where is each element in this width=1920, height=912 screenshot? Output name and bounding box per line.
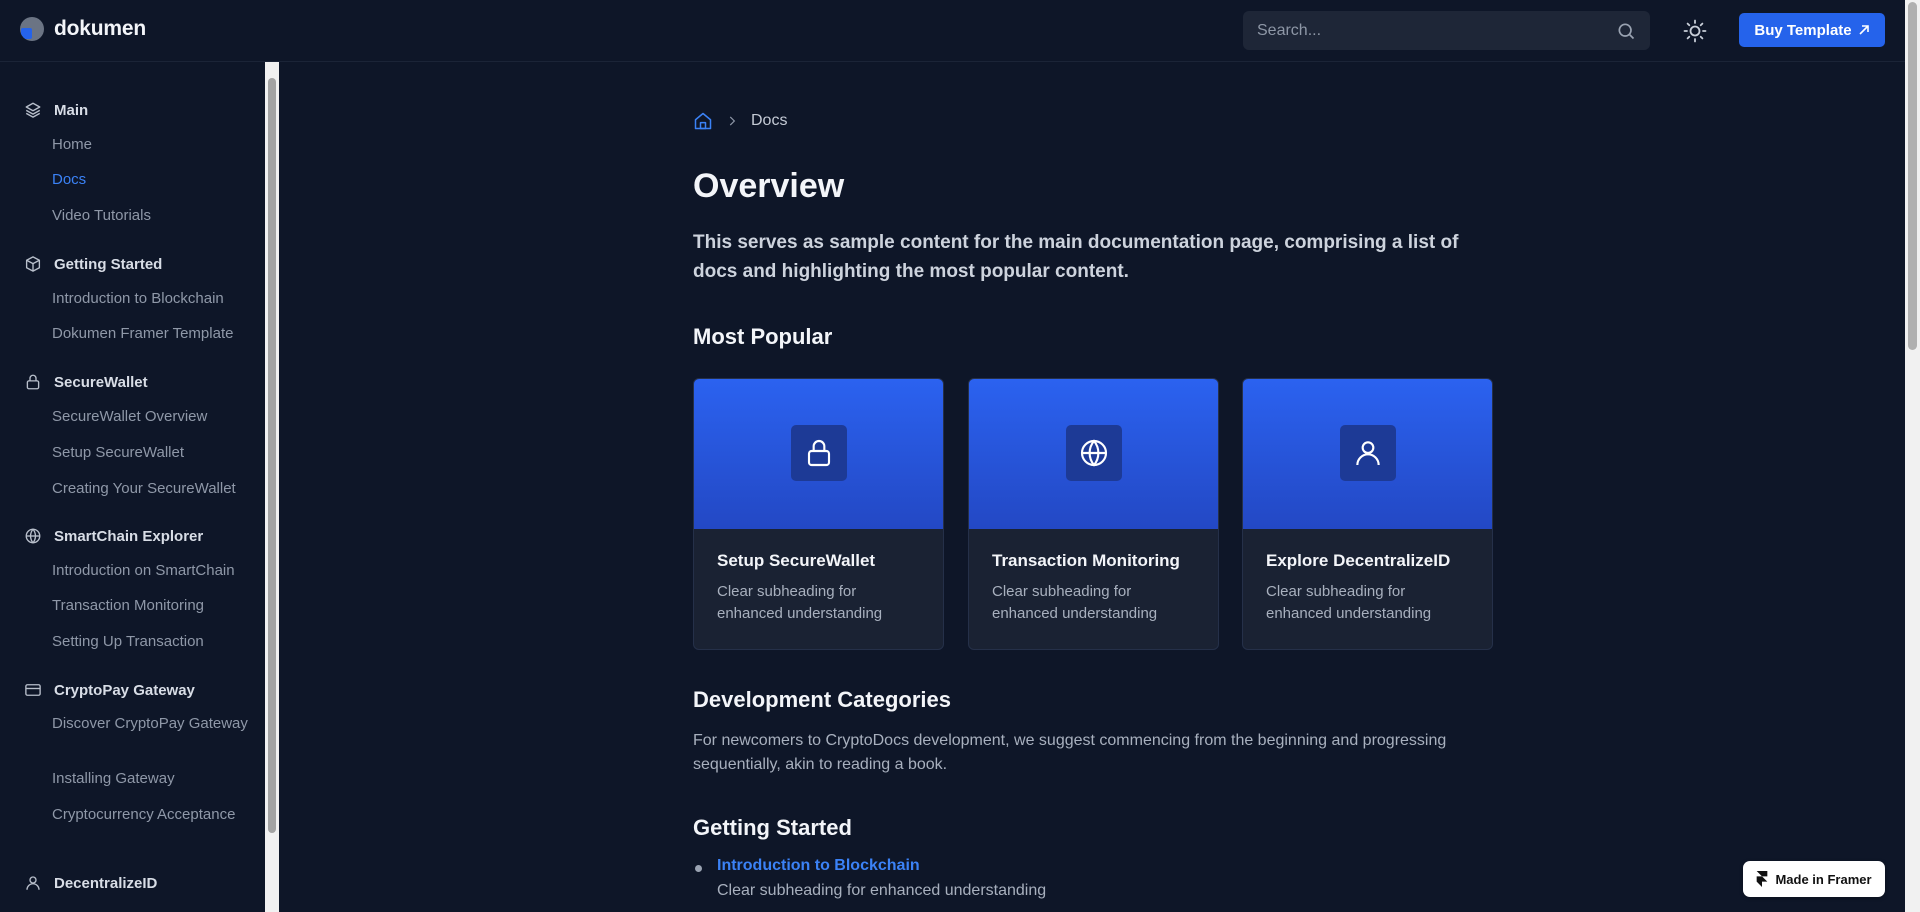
- lock-icon: [807, 440, 831, 467]
- sidebar-item-setup-securewallet[interactable]: Setup SecureWallet: [52, 443, 252, 462]
- buy-template-label: Buy Template: [1754, 21, 1852, 39]
- layers-icon: [25, 102, 41, 118]
- card-icon-box: [1066, 425, 1122, 481]
- most-popular-heading: Most Popular: [693, 324, 833, 349]
- search-placeholder: Search...: [1257, 21, 1322, 39]
- globe-icon: [25, 528, 41, 544]
- sidebar-item-docs[interactable]: Docs: [52, 170, 252, 189]
- sidebar-item-creating-securewallet[interactable]: Creating Your SecureWallet: [52, 479, 252, 498]
- sidebar-group-smartchain[interactable]: SmartChain Explorer: [24, 526, 203, 546]
- intro-blockchain-link[interactable]: Introduction to Blockchain: [717, 857, 920, 875]
- list-item-subtitle: Clear subheading for enhanced understand…: [717, 882, 1047, 899]
- globe-icon: [1080, 439, 1108, 467]
- sidebar-group-getting-started[interactable]: Getting Started: [24, 254, 162, 274]
- sidebar-item-intro-smartchain[interactable]: Introduction on SmartChain: [52, 561, 252, 580]
- lock-icon: [26, 374, 40, 390]
- card-transaction-monitoring[interactable]: Transaction Monitoring Clear subheading …: [968, 378, 1219, 650]
- framer-icon: [1757, 871, 1768, 887]
- breadcrumb-current: Docs: [751, 112, 788, 129]
- logo-icon: [20, 17, 44, 41]
- sidebar-item-discover-cryptopay[interactable]: Discover CryptoPay Gateway: [52, 714, 252, 733]
- sidebar: Main Home Docs Video Tutorials Getting S…: [0, 62, 265, 912]
- sidebar-group-cryptopay[interactable]: CryptoPay Gateway: [24, 680, 195, 700]
- page-scrollbar-thumb[interactable]: [1908, 2, 1917, 350]
- card-setup-securewallet[interactable]: Setup SecureWallet Clear subheading for …: [693, 378, 944, 650]
- getting-started-heading: Getting Started: [693, 815, 852, 840]
- made-in-framer-badge[interactable]: Made in Framer: [1743, 861, 1885, 897]
- sidebar-group-label: Main: [54, 101, 89, 119]
- sidebar-scrollbar-thumb[interactable]: [268, 78, 276, 833]
- arrow-up-right-icon: [1859, 25, 1869, 35]
- brand-name: dokumen: [54, 17, 146, 40]
- popular-cards: Setup SecureWallet Clear subheading for …: [693, 378, 1493, 650]
- sidebar-item-securewallet-overview[interactable]: SecureWallet Overview: [52, 407, 252, 426]
- credit-card-icon: [25, 684, 41, 696]
- sidebar-item-transaction-monitoring[interactable]: Transaction Monitoring: [52, 596, 252, 615]
- card-title: Setup SecureWallet: [717, 551, 876, 570]
- sidebar-group-decentralizeid[interactable]: DecentralizeID: [24, 873, 157, 893]
- card-subtitle: Clear subheading for enhanced understand…: [1266, 583, 1432, 622]
- sidebar-item-video-tutorials[interactable]: Video Tutorials: [52, 206, 252, 225]
- card-title: Explore DecentralizeID: [1266, 551, 1451, 570]
- development-description: For newcomers to CryptoDocs development,…: [693, 732, 1447, 773]
- framer-badge-label: Made in Framer: [1775, 871, 1872, 887]
- sidebar-group-label: SecureWallet: [54, 373, 148, 391]
- sidebar-group-label: Getting Started: [54, 255, 163, 273]
- sidebar-item-setting-up-transaction[interactable]: Setting Up Transaction: [52, 632, 252, 651]
- sidebar-group-securewallet[interactable]: SecureWallet: [24, 372, 148, 392]
- breadcrumb: Docs: [693, 111, 787, 131]
- sidebar-item-home[interactable]: Home: [52, 135, 252, 154]
- sidebar-group-label: CryptoPay Gateway: [54, 681, 195, 699]
- search-icon: [1618, 23, 1635, 40]
- brand-logo[interactable]: dokumen: [20, 17, 146, 41]
- sun-icon[interactable]: [1683, 19, 1707, 43]
- user-icon: [1356, 441, 1380, 466]
- card-subtitle: Clear subheading for enhanced understand…: [992, 583, 1158, 622]
- user-icon: [26, 876, 40, 890]
- page-title: Overview: [693, 167, 845, 205]
- card-subtitle: Clear subheading for enhanced understand…: [717, 583, 883, 622]
- development-categories-heading: Development Categories: [693, 687, 951, 712]
- card-explore-decentralizeid[interactable]: Explore DecentralizeID Clear subheading …: [1242, 378, 1493, 650]
- sidebar-item-crypto-acceptance[interactable]: Cryptocurrency Acceptance: [52, 805, 252, 824]
- sidebar-item-installing-gateway[interactable]: Installing Gateway: [52, 769, 252, 788]
- sidebar-group-label: SmartChain Explorer: [54, 527, 204, 545]
- sidebar-item-intro-blockchain[interactable]: Introduction to Blockchain: [52, 289, 252, 308]
- home-icon[interactable]: [693, 111, 713, 131]
- sidebar-group-label: DecentralizeID: [54, 874, 158, 892]
- card-title: Transaction Monitoring: [992, 551, 1180, 570]
- buy-template-button[interactable]: Buy Template: [1739, 13, 1885, 47]
- box-icon: [25, 256, 41, 272]
- sidebar-item-dokumen-template[interactable]: Dokumen Framer Template: [52, 324, 252, 343]
- card-icon-box: [791, 425, 847, 481]
- sidebar-group-main[interactable]: Main: [24, 100, 88, 120]
- search-input[interactable]: Search...: [1243, 11, 1650, 50]
- bullet: [695, 865, 702, 872]
- card-icon-box: [1340, 425, 1396, 481]
- chevron-right-icon: [729, 116, 736, 126]
- top-header: dokumen Search... Buy Template: [0, 0, 1905, 62]
- page-description: This serves as sample content for the ma…: [693, 232, 1459, 282]
